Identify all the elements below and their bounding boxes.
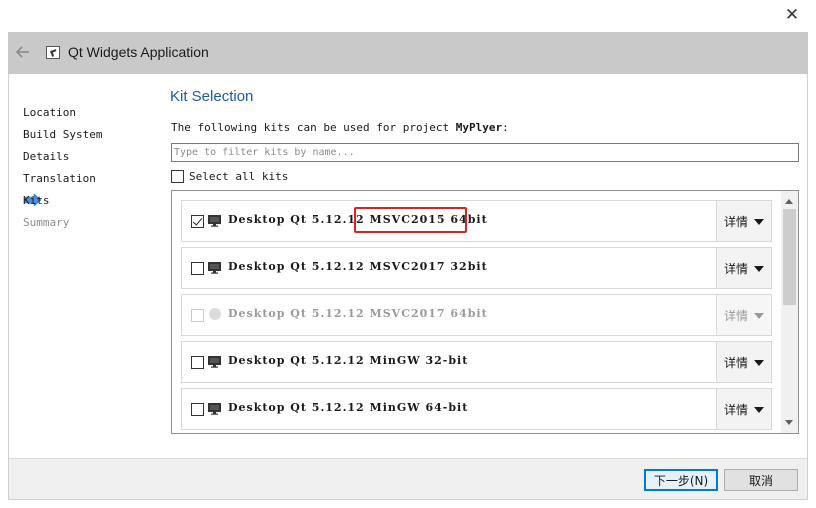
select-all-kits[interactable]: Select all kits <box>171 168 288 184</box>
monitor-icon <box>208 356 221 368</box>
wizard-header: Qt Widgets Application <box>8 32 808 74</box>
chevron-down-icon <box>754 406 764 413</box>
cancel-button[interactable]: 取消 <box>724 469 798 491</box>
chevron-down-icon <box>754 359 764 366</box>
kit-list-scrollbar[interactable] <box>781 191 798 433</box>
disabled-dot-icon <box>209 308 221 320</box>
monitor-icon <box>208 262 221 274</box>
intro-text: The following kits can be used for proje… <box>171 121 509 134</box>
kit-row[interactable]: Desktop Qt 5.12.12 MinGW 32-bit 详情 <box>181 341 772 383</box>
scroll-up-icon[interactable] <box>785 199 793 204</box>
project-name: MyPlyer <box>455 121 503 134</box>
kit-checkbox[interactable] <box>191 356 204 369</box>
details-label: 详情 <box>723 355 748 370</box>
chevron-down-icon <box>754 312 764 319</box>
step-location: Location <box>23 106 76 119</box>
step-details: Details <box>23 150 70 163</box>
page-title: Kit Selection <box>170 88 254 105</box>
kit-name: Desktop Qt 5.12.12 MinGW 32-bit <box>228 354 469 367</box>
kit-details-button[interactable]: 详情 <box>716 342 771 382</box>
kit-row[interactable]: Desktop Qt 5.12.12 MSVC2015 64bit 详情 <box>181 200 772 242</box>
kit-checkbox[interactable] <box>191 215 204 228</box>
close-icon[interactable]: ✕ <box>782 5 802 25</box>
kit-name: Desktop Qt 5.12.12 MSVC2017 32bit <box>228 260 488 273</box>
details-label: 详情 <box>723 402 748 417</box>
step-translation: Translation <box>23 172 96 185</box>
kit-checkbox <box>191 309 204 322</box>
kit-checkbox[interactable] <box>191 262 204 275</box>
next-button[interactable]: 下一步(N) <box>644 469 718 491</box>
scrollbar-thumb[interactable] <box>783 209 796 305</box>
wizard-window: ✕ Qt Widgets Application Location Build … <box>0 0 816 508</box>
kit-row: Desktop Qt 5.12.12 MSVC2017 64bit 详情 <box>181 294 772 336</box>
monitor-icon <box>208 215 221 227</box>
kit-name: Desktop Qt 5.12.12 MSVC2017 64bit <box>228 307 488 320</box>
step-kits: Kits <box>23 194 50 207</box>
kit-row[interactable]: Desktop Qt 5.12.12 MSVC2017 32bit 详情 <box>181 247 772 289</box>
kit-details-button: 详情 <box>716 295 771 335</box>
back-arrow-icon[interactable] <box>14 43 32 61</box>
details-label: 详情 <box>723 308 748 323</box>
kit-details-button[interactable]: 详情 <box>716 389 771 429</box>
kit-checkbox[interactable] <box>191 403 204 416</box>
title-bar: ✕ <box>0 0 816 32</box>
intro-suffix: : <box>502 121 509 134</box>
chevron-down-icon <box>754 265 764 272</box>
kit-details-button[interactable]: 详情 <box>716 201 771 241</box>
details-label: 详情 <box>723 261 748 276</box>
chevron-down-icon <box>754 218 764 225</box>
details-label: 详情 <box>723 214 748 229</box>
wizard-title: Qt Widgets Application <box>68 44 209 60</box>
select-all-checkbox[interactable] <box>171 169 184 183</box>
annotation-highlight-box <box>354 207 467 233</box>
step-summary: Summary <box>23 216 70 229</box>
kit-list[interactable]: Desktop Qt 5.12.12 MSVC2015 64bit 详情 Des… <box>171 190 799 434</box>
step-build-system: Build System <box>23 128 103 141</box>
kit-name: Desktop Qt 5.12.12 MinGW 64-bit <box>228 401 469 414</box>
kit-row[interactable]: Desktop Qt 5.12.12 MinGW 64-bit 详情 <box>181 388 772 430</box>
monitor-icon <box>208 403 221 415</box>
kit-details-button[interactable]: 详情 <box>716 248 771 288</box>
qt-application-icon <box>46 46 60 59</box>
intro-prefix: The following kits can be used for proje… <box>171 121 456 134</box>
scroll-down-icon[interactable] <box>785 420 793 425</box>
kit-filter-input[interactable] <box>171 143 799 162</box>
select-all-label: Select all kits <box>189 169 289 183</box>
